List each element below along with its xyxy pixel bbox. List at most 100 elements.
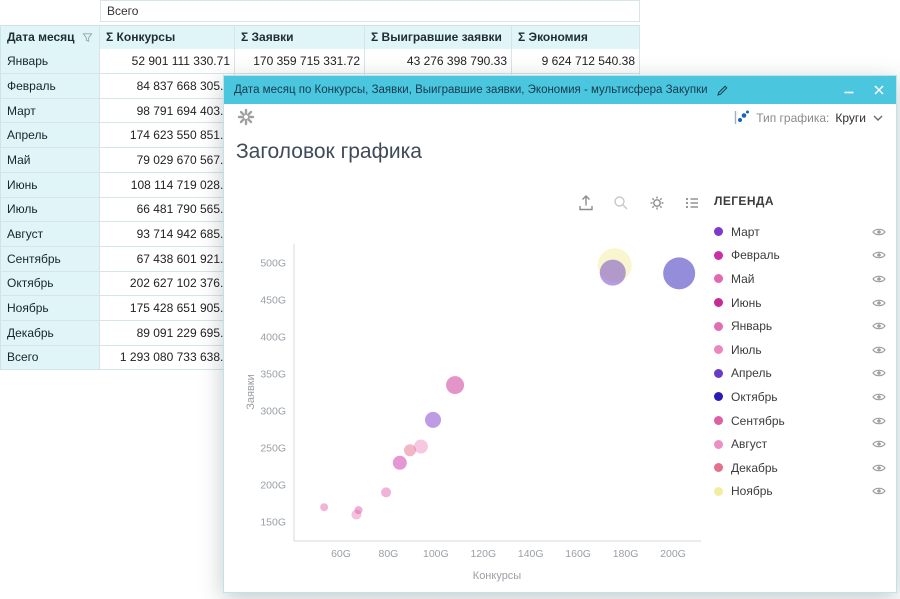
value-cell[interactable]: 79 029 670 567.2	[100, 148, 235, 173]
chart-type-select[interactable]: Тип графика: Круги	[733, 109, 884, 126]
legend-item[interactable]: Январь	[714, 314, 888, 338]
zoom-icon[interactable]	[611, 193, 631, 213]
chart-dialog: Дата месяц по Конкурсы, Заявки, Выигравш…	[223, 75, 897, 593]
svg-text:80G: 80G	[378, 548, 398, 560]
row-label[interactable]: Май	[0, 148, 100, 173]
bubble-Июль[interactable]	[351, 510, 361, 520]
visibility-eye-icon[interactable]	[872, 463, 886, 473]
legend-item[interactable]: Декабрь	[714, 456, 888, 480]
legend-color-dot	[714, 369, 723, 378]
value-cell[interactable]: 84 837 668 305.5	[100, 74, 235, 99]
row-label[interactable]: Ноябрь	[0, 296, 100, 321]
bubble-Декабрь[interactable]	[404, 444, 416, 456]
row-label[interactable]: Декабрь	[0, 321, 100, 346]
visibility-eye-icon[interactable]	[872, 368, 886, 378]
visibility-eye-icon[interactable]	[872, 321, 886, 331]
legend-color-dot	[714, 322, 723, 331]
value-cell[interactable]: 9 624 712 540.38	[512, 49, 640, 74]
legend-item[interactable]: Март	[714, 220, 888, 244]
value-cell[interactable]: 89 091 229 695.9	[100, 321, 235, 346]
bubble-Май[interactable]	[381, 487, 391, 497]
value-cell[interactable]: 202 627 102 376.3	[100, 272, 235, 297]
legend-item[interactable]: Апрель	[714, 362, 888, 386]
bubble-Февраль[interactable]	[393, 456, 407, 470]
legend-item[interactable]: Сентябрь	[714, 409, 888, 433]
bubble-Март[interactable]	[425, 412, 441, 428]
visibility-eye-icon[interactable]	[872, 439, 886, 449]
visibility-eye-icon[interactable]	[872, 345, 886, 355]
svg-text:450G: 450G	[260, 295, 286, 307]
legend-item[interactable]: Июль	[714, 338, 888, 362]
bubble-Январь[interactable]	[320, 503, 328, 511]
column-header[interactable]: Σ Заявки	[235, 25, 365, 50]
bubble-Июнь[interactable]	[446, 376, 464, 394]
legend-item-label: Август	[731, 437, 767, 451]
legend-item-label: Сентябрь	[731, 414, 785, 428]
row-label[interactable]: Октябрь	[0, 272, 100, 297]
row-label[interactable]: Февраль	[0, 74, 100, 99]
visibility-eye-icon[interactable]	[872, 250, 886, 260]
bubble-Сентябрь[interactable]	[355, 506, 363, 514]
bubble-Ноябрь[interactable]	[598, 248, 632, 282]
value-cell[interactable]: 108 114 719 028.9	[100, 173, 235, 198]
visibility-eye-icon[interactable]	[872, 392, 886, 402]
value-cell[interactable]: 43 276 398 790.33	[365, 49, 512, 74]
value-cell[interactable]: 170 359 715 331.72	[235, 49, 365, 74]
visibility-eye-icon[interactable]	[872, 416, 886, 426]
filter-icon[interactable]	[82, 32, 93, 43]
row-label[interactable]: Апрель	[0, 123, 100, 148]
visibility-eye-icon[interactable]	[872, 274, 886, 284]
bubble-Август[interactable]	[414, 440, 428, 454]
svg-text:120G: 120G	[470, 548, 496, 560]
legend-toggle-icon[interactable]	[682, 193, 702, 213]
corner-cell	[0, 0, 100, 22]
row-label[interactable]: Июнь	[0, 173, 100, 198]
column-header-label: Σ Выигравшие заявки	[371, 30, 502, 44]
legend-color-dot	[714, 487, 723, 496]
legend-item[interactable]: Июнь	[714, 291, 888, 315]
value-cell[interactable]: 1 293 080 733 638.0	[100, 346, 235, 371]
column-header[interactable]: Σ Выигравшие заявки	[365, 25, 512, 50]
value-cell[interactable]: 98 791 694 403.8	[100, 99, 235, 124]
legend-item[interactable]: Май	[714, 267, 888, 291]
minimize-button[interactable]	[842, 83, 856, 97]
legend-color-dot	[714, 416, 723, 425]
bubble-Апрель[interactable]	[600, 260, 626, 286]
row-label[interactable]: Март	[0, 99, 100, 124]
legend-item[interactable]: Август	[714, 432, 888, 456]
column-header[interactable]: Дата месяц	[0, 25, 100, 50]
column-header[interactable]: Σ Экономия	[512, 25, 640, 50]
legend-item-label: Март	[731, 225, 760, 239]
value-cell[interactable]: 52 901 111 330.71	[100, 49, 235, 74]
sphere-settings-icon[interactable]	[237, 108, 255, 126]
row-label[interactable]: Август	[0, 222, 100, 247]
row-label[interactable]: Январь	[0, 49, 100, 74]
chart-type-label: Тип графика:	[756, 111, 829, 125]
value-cell[interactable]: 67 438 601 921.1	[100, 247, 235, 272]
column-header[interactable]: Σ Конкурсы	[100, 25, 235, 50]
settings-gear-icon[interactable]	[647, 193, 667, 213]
legend-color-dot	[714, 274, 723, 283]
chart-toolbar	[576, 193, 702, 213]
visibility-eye-icon[interactable]	[872, 227, 886, 237]
value-cell[interactable]: 175 428 651 905.3	[100, 296, 235, 321]
edit-icon[interactable]	[716, 84, 729, 97]
value-cell[interactable]: 174 623 550 851.7	[100, 123, 235, 148]
bubble-Октябрь[interactable]	[663, 257, 695, 289]
export-icon[interactable]	[576, 193, 596, 213]
row-label[interactable]: Всего	[0, 346, 100, 371]
row-label[interactable]: Июль	[0, 198, 100, 223]
row-label[interactable]: Сентябрь	[0, 247, 100, 272]
column-header-label: Дата месяц	[7, 30, 75, 44]
svg-text:200G: 200G	[660, 548, 686, 560]
value-cell[interactable]: 66 481 790 565.4	[100, 198, 235, 223]
svg-text:500G: 500G	[260, 258, 286, 270]
legend-item[interactable]: Ноябрь	[714, 480, 888, 504]
close-button[interactable]	[872, 83, 886, 97]
legend-item[interactable]: Февраль	[714, 244, 888, 268]
dialog-titlebar[interactable]: Дата месяц по Конкурсы, Заявки, Выигравш…	[224, 76, 896, 104]
visibility-eye-icon[interactable]	[872, 486, 886, 496]
legend-item[interactable]: Октябрь	[714, 385, 888, 409]
visibility-eye-icon[interactable]	[872, 298, 886, 308]
value-cell[interactable]: 93 714 942 685.7	[100, 222, 235, 247]
